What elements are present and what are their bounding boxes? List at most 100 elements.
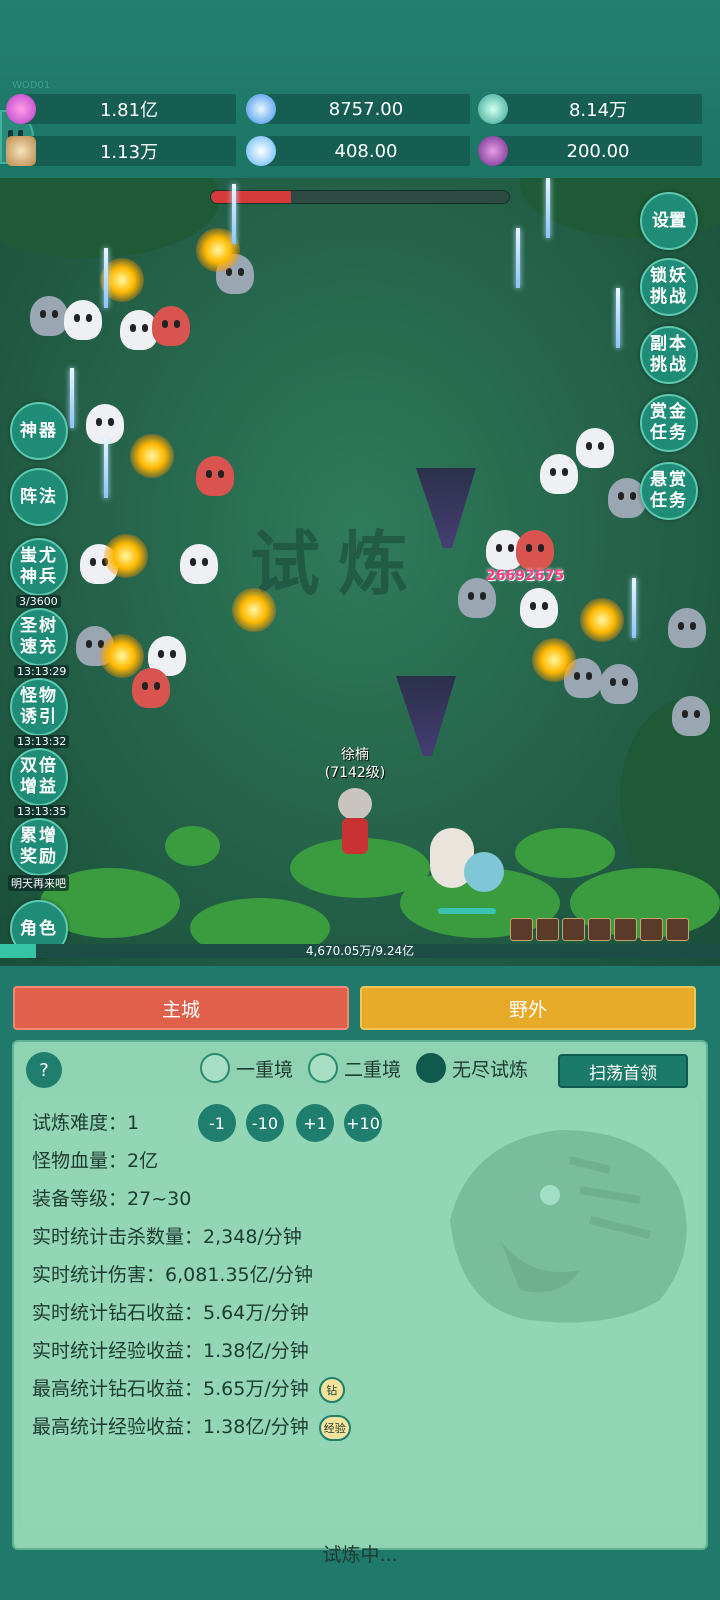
stat-value: 27~30 bbox=[127, 1188, 192, 1210]
purple-pot-icon bbox=[478, 136, 508, 166]
diamond-badge-icon: 钻 bbox=[318, 1376, 345, 1403]
stat-label: 最高统计经验收益： bbox=[32, 1416, 204, 1438]
radio-circle-selected bbox=[416, 1053, 446, 1083]
pet-hp-bar bbox=[438, 908, 496, 914]
damage-number: 26692675 bbox=[486, 568, 564, 584]
stat-damage-realtime: 实时统计伤害：6,081.35亿/分钟 bbox=[32, 1260, 313, 1287]
bounty-quest-button[interactable]: 赏金任务 bbox=[640, 394, 698, 452]
flying-sword bbox=[632, 578, 636, 638]
monster bbox=[180, 544, 218, 584]
difficulty-minus-10-button[interactable]: -10 bbox=[246, 1104, 284, 1142]
resource-purple-pot-value: 200.00 bbox=[566, 140, 630, 162]
flying-sword bbox=[104, 438, 108, 498]
resource-blue-crystal: 8757.00 bbox=[246, 94, 470, 124]
stat-label: 装备等级： bbox=[32, 1188, 128, 1210]
cumulative-reward-label: 累增奖励 bbox=[20, 826, 58, 867]
stat-difficulty: 试炼难度：1 bbox=[32, 1108, 139, 1135]
resource-ice-shard: 408.00 bbox=[246, 136, 470, 166]
skill-icon[interactable] bbox=[614, 918, 637, 941]
flying-sword bbox=[104, 248, 108, 308]
skill-icon[interactable] bbox=[666, 918, 689, 941]
skill-icon[interactable] bbox=[510, 918, 533, 941]
version-label: WOD01 bbox=[12, 80, 51, 91]
monster bbox=[132, 668, 170, 708]
experience-text: 4,670.05万/9.24亿 bbox=[305, 944, 415, 958]
resource-blue-crystal-value: 8757.00 bbox=[328, 98, 404, 120]
monster bbox=[152, 306, 190, 346]
scenery-bush bbox=[0, 178, 220, 258]
difficulty-plus-10-button[interactable]: +10 bbox=[344, 1104, 382, 1142]
monster-lure-button[interactable]: 怪物诱引 bbox=[10, 678, 68, 736]
main-city-button[interactable]: 主城 bbox=[13, 986, 349, 1030]
skill-icon[interactable] bbox=[640, 918, 663, 941]
holy-tree-label: 圣树速充 bbox=[20, 616, 58, 657]
hero-character bbox=[330, 788, 380, 858]
stat-label: 试炼难度： bbox=[32, 1112, 128, 1134]
dungeon-challenge-button[interactable]: 副本挑战 bbox=[640, 326, 698, 384]
hero-nameplate: 徐楠 (7142级) bbox=[320, 746, 390, 782]
formation-button[interactable]: 阵法 bbox=[10, 468, 68, 526]
stat-exp-best: 最高统计经验收益：1.38亿/分钟 经验 bbox=[32, 1412, 351, 1441]
mode-label: 一重境 bbox=[236, 1058, 294, 1081]
battle-scene: 试炼 26692675 徐楠 (7142级) bbox=[0, 178, 720, 966]
difficulty-minus-1-button[interactable]: -1 bbox=[198, 1104, 236, 1142]
resource-scroll: 1.13万 bbox=[6, 136, 236, 166]
double-buff-button[interactable]: 双倍增益 bbox=[10, 748, 68, 806]
monster-lure-label: 怪物诱引 bbox=[20, 686, 58, 727]
monster bbox=[576, 428, 614, 468]
dark-tornado bbox=[396, 676, 456, 756]
skill-icon[interactable] bbox=[562, 918, 585, 941]
stat-label: 最高统计钻石收益： bbox=[32, 1378, 204, 1400]
stat-value: 5.64万/分钟 bbox=[203, 1302, 309, 1324]
stat-kills-realtime: 实时统计击杀数量：2,348/分钟 bbox=[32, 1222, 302, 1249]
chiyou-weapon-button[interactable]: 蚩尤神兵 bbox=[10, 538, 68, 596]
artifact-button[interactable]: 神器 bbox=[10, 402, 68, 460]
scenery-bush bbox=[515, 828, 615, 878]
mode-radio-first[interactable]: 一重境 bbox=[200, 1052, 293, 1084]
cumulative-reward-button[interactable]: 累增奖励 bbox=[10, 818, 68, 876]
bounty-label: 赏金任务 bbox=[650, 402, 688, 443]
pet-shield bbox=[464, 852, 504, 892]
monster bbox=[30, 296, 68, 336]
stat-label: 实时统计经验收益： bbox=[32, 1340, 204, 1362]
reward-quest-button[interactable]: 悬赏任务 bbox=[640, 462, 698, 520]
flying-sword bbox=[232, 184, 236, 244]
mode-radio-endless[interactable]: 无尽试炼 bbox=[416, 1052, 528, 1084]
radio-circle bbox=[200, 1053, 230, 1083]
flying-sword bbox=[546, 178, 550, 238]
difficulty-plus-1-button[interactable]: +1 bbox=[296, 1104, 334, 1142]
mode-radio-second[interactable]: 二重境 bbox=[308, 1052, 401, 1084]
fire-effect bbox=[130, 434, 174, 478]
resource-diamond-value: 1.81亿 bbox=[99, 100, 159, 121]
monster bbox=[540, 454, 578, 494]
help-button[interactable]: ? bbox=[26, 1052, 62, 1088]
monster bbox=[458, 578, 496, 618]
stat-diamond-best: 最高统计钻石收益：5.65万/分钟钻 bbox=[32, 1374, 345, 1403]
stat-value: 1.38亿/分钟 bbox=[203, 1416, 309, 1438]
hero-body bbox=[342, 818, 368, 854]
fire-effect bbox=[232, 588, 276, 632]
wilderness-button[interactable]: 野外 bbox=[360, 986, 696, 1030]
lock-demon-challenge-button[interactable]: 锁妖挑战 bbox=[640, 258, 698, 316]
flying-sword bbox=[70, 368, 74, 428]
skill-icon[interactable] bbox=[536, 918, 559, 941]
skill-icon[interactable] bbox=[588, 918, 611, 941]
scenery-bush bbox=[165, 826, 220, 866]
watermark-trial: 试炼 bbox=[250, 523, 426, 605]
stat-label: 怪物血量： bbox=[32, 1150, 128, 1172]
monster-lure-timer: 13:13:32 bbox=[14, 735, 70, 748]
stat-diamond-realtime: 实时统计钻石收益：5.64万/分钟 bbox=[32, 1298, 309, 1325]
stat-value: 2,348/分钟 bbox=[203, 1226, 302, 1248]
double-buff-timer: 13:13:35 bbox=[14, 805, 70, 818]
holy-tree-recharge-button[interactable]: 圣树速充 bbox=[10, 608, 68, 666]
monster bbox=[196, 456, 234, 496]
diamond-icon bbox=[6, 94, 36, 124]
cumulative-reward-note: 明天再来吧 bbox=[8, 875, 69, 891]
reward-quest-label: 悬赏任务 bbox=[650, 470, 688, 511]
radio-circle bbox=[308, 1053, 338, 1083]
monster bbox=[516, 530, 554, 570]
skill-icon-row bbox=[510, 918, 689, 941]
sweep-boss-button[interactable]: 扫荡首领 bbox=[558, 1054, 688, 1088]
stat-label: 实时统计伤害： bbox=[32, 1264, 166, 1286]
settings-button[interactable]: 设置 bbox=[640, 192, 698, 250]
